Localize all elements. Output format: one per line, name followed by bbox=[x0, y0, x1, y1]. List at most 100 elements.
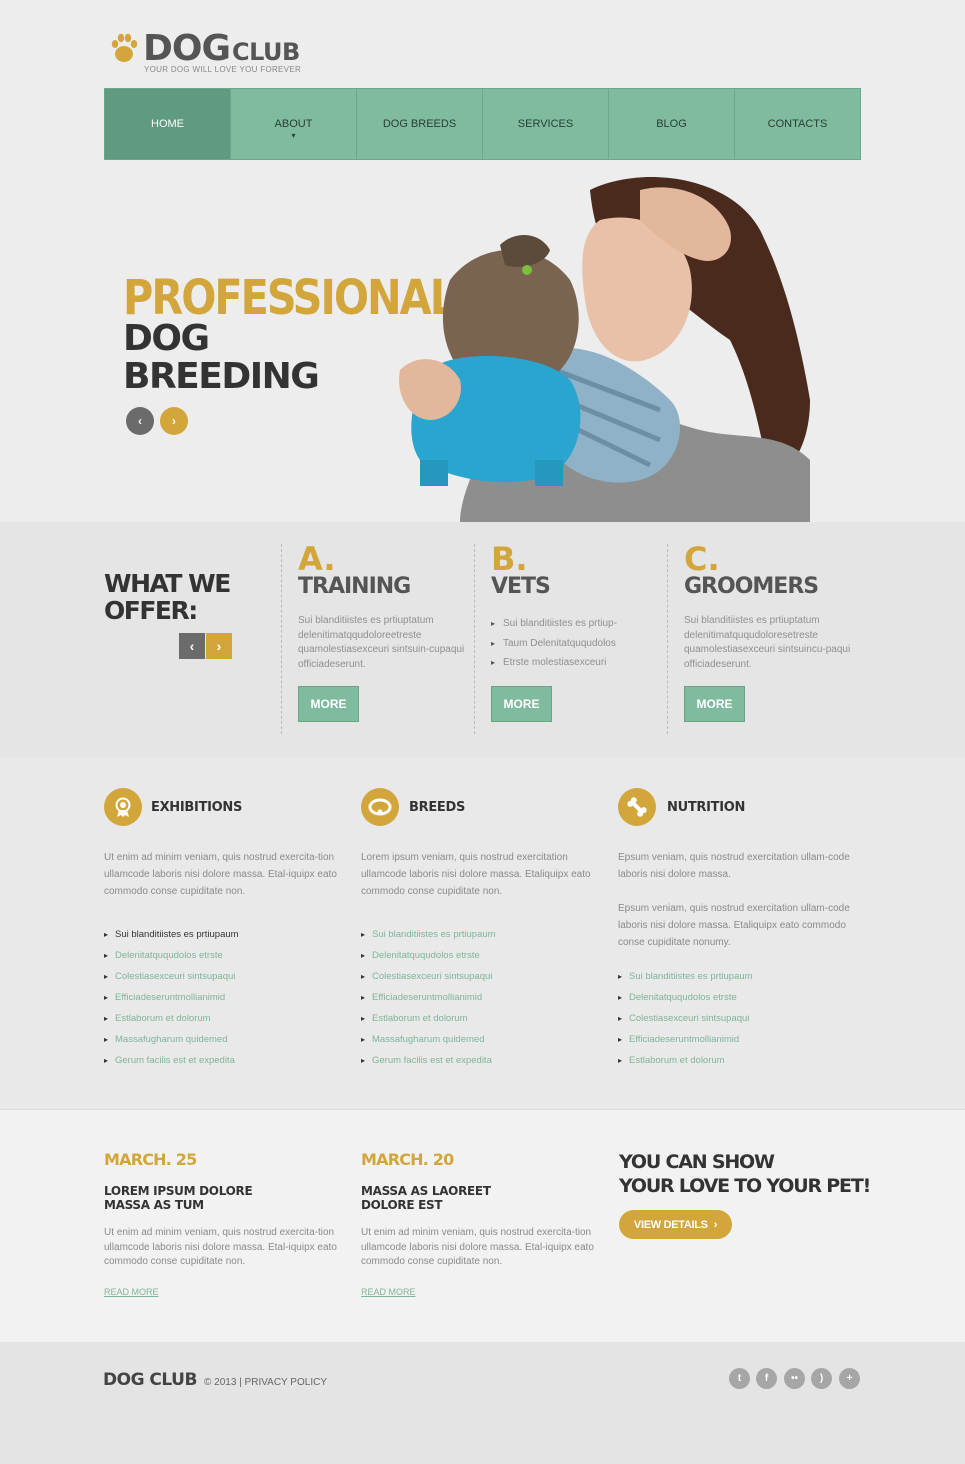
nav-services[interactable]: SERVICES bbox=[483, 89, 609, 159]
nav-contacts-label: CONTACTS bbox=[767, 118, 828, 130]
nav-blog-label: BLOG bbox=[656, 118, 687, 130]
list-link[interactable]: Massafugharum quidemed bbox=[361, 1029, 496, 1050]
nav-home-label: HOME bbox=[151, 118, 184, 130]
slide-subheadline: DOG BREEDING bbox=[123, 318, 320, 396]
slider-prev-button[interactable]: ‹ bbox=[126, 407, 154, 435]
news-section: MARCH. 25 LOREM IPSUM DOLORE MASSA AS TU… bbox=[0, 1109, 965, 1342]
header: DOG CLUB YOUR DOG WILL LOVE YOU FOREVER … bbox=[0, 0, 965, 522]
list-link[interactable]: Estlaborum et dolorum bbox=[361, 1008, 496, 1029]
offer-name: VETS bbox=[491, 574, 551, 599]
list-item: Etrste molestiasexceuri bbox=[491, 653, 666, 673]
hero-photo-woman-with-dog bbox=[399, 177, 810, 522]
plus-icon[interactable]: + bbox=[839, 1368, 860, 1389]
offer-text: Sui blanditiistes es prtiuptatum delenit… bbox=[298, 615, 465, 670]
feature-title: NUTRITION bbox=[667, 800, 746, 815]
list-item: Sui blanditiistes es prtiup- bbox=[491, 614, 666, 634]
list-link[interactable]: Efficiadeseruntmollianimid bbox=[104, 987, 239, 1008]
nav-about[interactable]: ABOUT ▾ bbox=[231, 89, 357, 159]
chevron-left-icon: ‹ bbox=[189, 638, 195, 654]
promo-headline: YOU CAN SHOW YOUR LOVE TO YOUR PET! bbox=[619, 1150, 871, 1198]
paw-logo-icon bbox=[111, 33, 138, 62]
list-link[interactable]: Delenitatququdolos etrste bbox=[361, 945, 496, 966]
offer-title-line2: OFFER: bbox=[104, 596, 198, 625]
logo-dog[interactable]: DOG bbox=[143, 28, 231, 69]
nav-about-label: ABOUT bbox=[274, 118, 313, 130]
view-details-label: VIEW DETAILS bbox=[633, 1218, 708, 1231]
slider-next-button[interactable]: › bbox=[160, 407, 188, 435]
slide-line-2: DOG bbox=[123, 318, 210, 359]
read-more-link[interactable]: READ MORE bbox=[361, 1287, 416, 1297]
feature-text-2: Epsum veniam, quis nostrud exercitation … bbox=[618, 903, 850, 948]
offer-prev-button[interactable]: ‹ bbox=[179, 633, 205, 659]
news-title-line1: MASSA AS LAOREET bbox=[361, 1184, 491, 1198]
nav-dog-breeds-label: DOG BREEDS bbox=[382, 118, 457, 130]
features-section: EXHIBITIONS Ut enim ad minim veniam, qui… bbox=[0, 757, 965, 1109]
read-more-link[interactable]: READ MORE bbox=[104, 1287, 159, 1297]
offer-card-training: A. TRAINING Sui blanditiistes es prtiupt… bbox=[281, 540, 473, 734]
list-link[interactable]: Efficiadeseruntmollianimid bbox=[618, 1029, 753, 1050]
offer-text: Sui blanditiistes es prtiuptatum delenit… bbox=[684, 615, 851, 670]
list-link[interactable]: Delenitatququdolos etrste bbox=[104, 945, 239, 966]
view-details-button[interactable]: VIEW DETAILS › bbox=[619, 1210, 732, 1239]
list-link[interactable]: Gerum facilis est et expedita bbox=[104, 1050, 239, 1071]
promo-line2: YOUR LOVE TO YOUR PET! bbox=[619, 1175, 871, 1197]
offer-card-vets: B. VETS Sui blanditiistes es prtiup- Tau… bbox=[474, 540, 666, 734]
news-title-line1: LOREM IPSUM DOLORE bbox=[104, 1184, 253, 1198]
offer-letter: B. bbox=[491, 540, 528, 578]
offer-next-button[interactable]: › bbox=[206, 633, 232, 659]
list-link[interactable]: Efficiadeseruntmollianimid bbox=[361, 987, 496, 1008]
offer-card-groomers: C. GROOMERS Sui blanditiistes es prtiupt… bbox=[667, 543, 859, 734]
flickr-icon[interactable]: •• bbox=[784, 1368, 805, 1389]
chevron-down-icon: ▾ bbox=[291, 131, 296, 140]
twitter-icon[interactable]: t bbox=[729, 1368, 750, 1389]
feature-text: Ut enim ad minim veniam, quis nostrud ex… bbox=[104, 852, 337, 897]
chevron-left-icon: ‹ bbox=[138, 414, 142, 428]
footer-brand[interactable]: DOG CLUB bbox=[103, 1370, 197, 1390]
rss-icon[interactable]: ) bbox=[811, 1368, 832, 1389]
news-date: MARCH. 25 bbox=[104, 1150, 197, 1169]
footer: DOG CLUB © 2013 | PRIVACY POLICY t f •• … bbox=[0, 1342, 965, 1464]
list-link[interactable]: Sui blanditiistes es prtiupaum bbox=[361, 924, 496, 945]
news-title-line2: DOLORE EST bbox=[361, 1198, 443, 1212]
facebook-icon[interactable]: f bbox=[756, 1368, 777, 1389]
list-link[interactable]: Colestiasexceuri sintsupaqui bbox=[618, 1008, 753, 1029]
list-link[interactable]: Colestiasexceuri sintsupaqui bbox=[104, 966, 239, 987]
list-link[interactable]: Massafugharum quidemed bbox=[104, 1029, 239, 1050]
feature-text: Lorem ipsum veniam, quis nostrud exercit… bbox=[361, 852, 591, 897]
offer-list: Sui blanditiistes es prtiup- Taum Deleni… bbox=[491, 614, 666, 673]
list-link[interactable]: Gerum facilis est et expedita bbox=[361, 1050, 496, 1071]
logo-club[interactable]: CLUB bbox=[232, 38, 300, 66]
nav-dog-breeds[interactable]: DOG BREEDS bbox=[357, 89, 483, 159]
news-title-line2: MASSA AS TUM bbox=[104, 1198, 204, 1212]
news-text: Ut enim ad minim veniam, quis nostrud ex… bbox=[104, 1227, 337, 1267]
news-title[interactable]: LOREM IPSUM DOLORE MASSA AS TUM bbox=[104, 1184, 253, 1212]
list-link[interactable]: Sui blanditiistes es prtiupaum bbox=[104, 924, 239, 945]
more-button[interactable]: MORE bbox=[298, 686, 359, 722]
offer-name: GROOMERS bbox=[684, 574, 819, 599]
list-link[interactable]: Estlaborum et dolorum bbox=[104, 1008, 239, 1029]
list-link[interactable]: Estlaborum et dolorum bbox=[618, 1050, 753, 1071]
list-link[interactable]: Colestiasexceuri sintsupaqui bbox=[361, 966, 496, 987]
nav-home[interactable]: HOME bbox=[105, 89, 231, 159]
chevron-right-icon: › bbox=[216, 638, 222, 654]
news-date: MARCH. 20 bbox=[361, 1150, 454, 1169]
offer-name: TRAINING bbox=[298, 574, 411, 599]
feature-text: Epsum veniam, quis nostrud exercitation … bbox=[618, 852, 850, 880]
nav-contacts[interactable]: CONTACTS bbox=[735, 89, 860, 159]
feature-list: Sui blanditiistes es prtiupaum Delenitat… bbox=[104, 924, 239, 1071]
offer-letter: A. bbox=[298, 540, 336, 578]
collar-icon bbox=[361, 788, 399, 826]
news-title[interactable]: MASSA AS LAOREET DOLORE EST bbox=[361, 1184, 491, 1212]
offer-title: WHAT WE OFFER: bbox=[104, 569, 231, 625]
medal-icon bbox=[104, 788, 142, 826]
offer-title-line1: WHAT WE bbox=[104, 569, 231, 598]
more-button[interactable]: MORE bbox=[491, 686, 552, 722]
logo-tagline: YOUR DOG WILL LOVE YOU FOREVER bbox=[144, 65, 302, 74]
more-button[interactable]: MORE bbox=[684, 686, 745, 722]
chevron-right-icon: › bbox=[172, 414, 176, 428]
feature-list: Sui blanditiistes es prtiupaum Delenitat… bbox=[618, 966, 753, 1071]
list-link[interactable]: Delenitatququdolos etrste bbox=[618, 987, 753, 1008]
nav-blog[interactable]: BLOG bbox=[609, 89, 735, 159]
list-link[interactable]: Sui blanditiistes es prtiupaum bbox=[618, 966, 753, 987]
footer-copyright[interactable]: © 2013 | PRIVACY POLICY bbox=[204, 1377, 327, 1388]
